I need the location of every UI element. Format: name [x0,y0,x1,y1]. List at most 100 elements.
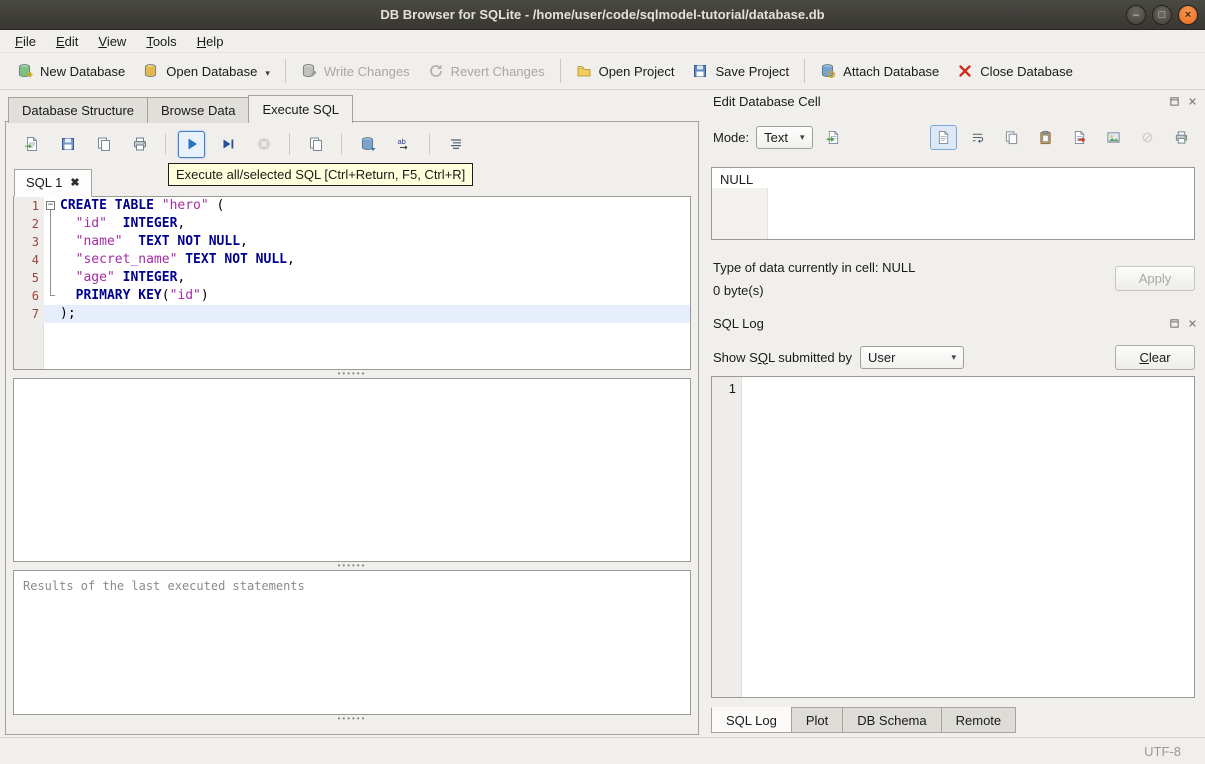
line-number: 2 [14,215,44,233]
code-line[interactable]: CREATE TABLE "hero" ( [58,197,690,215]
dock-close-icon[interactable] [1186,95,1199,108]
paste-cell-button[interactable] [1032,125,1059,150]
menu-view[interactable]: View [88,32,136,51]
tab-execute-sql[interactable]: Execute SQL [248,95,354,123]
new-database-button[interactable]: New Database [8,58,134,84]
open-database-icon [143,63,159,79]
tab-browse-data[interactable]: Browse Data [147,97,250,123]
open-project-button[interactable]: Open Project [567,58,684,84]
dock-tab-db-schema[interactable]: DB Schema [842,707,942,733]
set-null-icon [1140,130,1155,145]
cell-value: NULL [720,172,754,187]
splitter-handle[interactable]: •••••• [6,715,698,723]
code-line[interactable]: "secret_name" TEXT NOT NULL, [58,251,690,269]
revert-changes-icon [428,63,444,79]
mode-label: Mode: [713,129,750,145]
menu-help[interactable]: Help [187,32,234,51]
close-database-button[interactable]: Close Database [948,58,1082,84]
toolbar-separator [804,59,806,83]
text-view-button[interactable] [930,124,957,150]
code-line[interactable]: "id" INTEGER, [58,215,690,233]
splitter-handle[interactable]: •••••• [6,562,698,570]
sql-log-gutter [712,377,742,697]
sql-doc-tab[interactable]: SQL 1 ✖ [14,169,92,197]
word-wrap-icon [970,130,985,145]
fold-margin [44,215,58,233]
titlebar[interactable]: DB Browser for SQLite - /home/user/code/… [0,0,1205,30]
dock-tab-remote[interactable]: Remote [940,707,1017,733]
close-button[interactable]: × [1178,5,1198,25]
format-sql-button[interactable] [442,131,469,158]
toolbar-separator [165,133,166,155]
code-line[interactable]: "age" INTEGER, [58,269,690,287]
open-sql-file-icon [24,136,40,152]
toolbar-separator [284,59,286,83]
fold-margin: − [44,197,58,215]
open-database-button[interactable]: Open Database ▾ [134,58,279,84]
toolbar-button-label: Revert Changes [450,63,545,79]
image-view-button[interactable] [1100,125,1127,150]
code-line[interactable]: ); [58,305,690,323]
cell-value-editor[interactable]: NULL [711,167,1195,240]
encoding-indicator: UTF-8 [1144,744,1181,759]
results-grid-pane [13,378,691,562]
execute-line-button[interactable] [214,131,241,158]
export-cell-icon [1072,130,1087,145]
import-cell-icon [826,130,841,145]
print-button[interactable] [126,131,153,158]
editor-line: 7); [14,305,690,323]
dock-tab-sql-log[interactable]: SQL Log [711,707,792,733]
save-sql-file-button[interactable] [54,131,81,158]
save-results-button[interactable] [354,131,381,158]
code-line[interactable]: "name" TEXT NOT NULL, [58,233,690,251]
set-null-button [1134,125,1161,150]
find-replace-button[interactable]: ab [390,131,417,158]
float-icon[interactable] [1168,95,1181,108]
write-changes-button: Write Changes [292,58,419,84]
main-toolbar: New Database Open Database ▾ Write Changes R… [0,52,1205,90]
image-view-icon [1106,130,1121,145]
execute-all-button[interactable] [178,130,205,158]
editor-line: 1− CREATE TABLE "hero" ( [14,197,690,215]
maximize-button[interactable]: □ [1152,5,1172,25]
minimize-button[interactable]: – [1126,5,1146,25]
copy-cell-button[interactable] [998,125,1025,150]
word-wrap-button[interactable] [964,125,991,150]
export-sql-button[interactable] [90,131,117,158]
edit-cell-dock-icons [1168,95,1199,108]
sql-log-view[interactable]: 1 [711,376,1195,698]
copy-results-button[interactable] [302,131,329,158]
float-icon[interactable] [1168,317,1181,330]
chevron-down-icon: ▾ [951,351,956,362]
cell-type-info: Type of data currently in cell: NULL [713,260,916,275]
toolbar-button-label: New Database [40,63,126,79]
menu-tools[interactable]: Tools [136,32,186,51]
mode-combobox[interactable]: Text ▾ [756,125,813,149]
new-database-icon [17,63,33,79]
dropdown-caret-icon[interactable]: ▾ [265,68,270,79]
save-project-button[interactable]: Save Project [683,58,798,84]
fold-marker-icon[interactable]: − [46,201,55,210]
save-sql-file-icon [60,136,76,152]
menu-file[interactable]: File [5,32,46,51]
code-line[interactable]: PRIMARY KEY("id") [58,287,690,305]
close-tab-icon[interactable]: ✖ [70,176,79,189]
open-sql-file-button[interactable] [18,131,45,158]
tab-database-structure[interactable]: Database Structure [8,97,149,123]
clear-button[interactable]: Clear [1115,344,1195,370]
toolbar-button-label: Open Database [166,63,258,79]
export-sql-icon [96,136,112,152]
dock-close-icon[interactable] [1186,317,1199,330]
splitter-handle[interactable]: •••••• [6,370,698,378]
mode-value: Text [764,129,788,145]
print-cell-button[interactable] [1168,125,1195,150]
export-cell-button[interactable] [1066,125,1093,150]
right-panel: Edit Database Cell Mode: Text ▾ NULL Typ… [705,90,1205,737]
submitter-combobox[interactable]: User ▾ [860,345,964,369]
menu-edit[interactable]: Edit [46,32,88,51]
dock-tab-plot[interactable]: Plot [790,707,844,733]
import-cell-button[interactable] [820,125,847,150]
copy-cell-icon [1004,130,1019,145]
attach-database-button[interactable]: Attach Database [811,58,948,84]
sql-editor[interactable]: 1− CREATE TABLE "hero" (2 "id" INTEGER, 3 … [13,196,691,370]
